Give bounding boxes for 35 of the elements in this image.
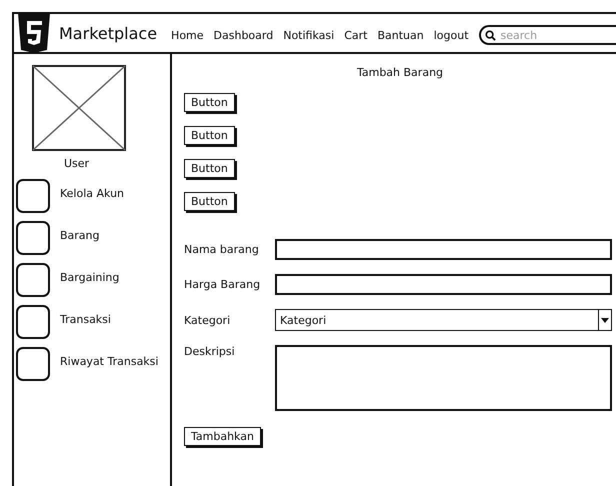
action-button[interactable]: Button — [184, 93, 235, 112]
dropdown-arrow-icon — [601, 318, 609, 322]
menu-item[interactable]: Transaksi — [60, 312, 111, 326]
nav-link[interactable]: Home — [171, 28, 204, 42]
action-button[interactable]: Button — [184, 126, 235, 145]
field-label: Harga Barang — [184, 278, 262, 291]
menu-item-icon[interactable] — [16, 179, 50, 213]
brand-title: Marketplace — [59, 24, 158, 42]
nav-link[interactable]: logout — [434, 28, 469, 42]
menu-item-icon[interactable] — [16, 305, 50, 339]
nav-link[interactable]: Bantuan — [377, 28, 424, 42]
text-area[interactable] — [275, 345, 612, 411]
nav-link[interactable]: Notifikasi — [283, 28, 334, 42]
dropdown[interactable]: Kategori — [275, 309, 612, 331]
field-label: Nama barang — [184, 243, 260, 256]
menu-item[interactable]: Riwayat Transaksi — [60, 354, 158, 368]
menu-item-icon[interactable] — [16, 263, 50, 297]
user-label: User — [64, 157, 90, 170]
menu-item[interactable]: Barang — [60, 228, 100, 242]
action-button[interactable]: Button — [184, 159, 235, 178]
action-button[interactable]: Button — [184, 192, 235, 211]
menu-item-icon[interactable] — [16, 221, 50, 255]
menu-item[interactable]: Kelola Akun — [60, 186, 124, 200]
input-field[interactable] — [275, 239, 612, 260]
nav-link[interactable]: Cart — [344, 28, 368, 42]
input-field[interactable] — [275, 274, 612, 295]
search-field[interactable]: search — [478, 25, 616, 45]
nav-link[interactable]: Dashboard — [214, 28, 274, 42]
submit-button[interactable]: Tambahkan — [184, 427, 261, 446]
search-icon — [484, 30, 496, 41]
menu-item[interactable]: Bargaining — [60, 270, 120, 284]
page-title: Tambah Barang — [356, 66, 444, 79]
menu-item-icon[interactable] — [16, 347, 50, 381]
field-label: Kategori — [184, 314, 232, 326]
field-label: Deskripsi — [184, 345, 236, 358]
